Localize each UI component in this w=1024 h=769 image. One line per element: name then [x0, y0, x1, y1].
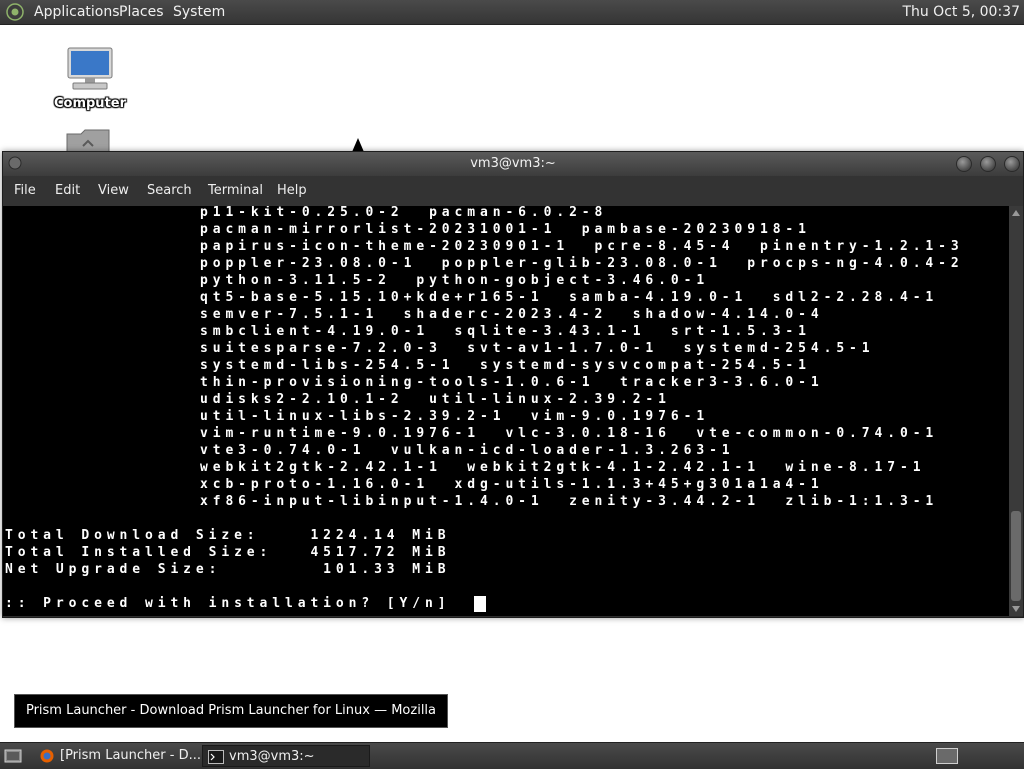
scroll-up-arrow-icon[interactable]	[1012, 210, 1020, 216]
desktop-icon-computer[interactable]: Computer	[52, 46, 128, 111]
net-upgrade-size: Net Upgrade Size: 101.33 MiB	[5, 562, 451, 577]
menu-terminal[interactable]: Terminal	[208, 182, 263, 200]
menu-search[interactable]: Search	[147, 182, 192, 200]
package-line: webkit2gtk-2.42.1-1 webkit2gtk-4.1-2.42.…	[200, 460, 926, 475]
package-line: papirus-icon-theme-20230901-1 pcre-8.45-…	[200, 239, 964, 254]
package-line: vim-runtime-9.0.1976-1 vlc-3.0.18-16 vte…	[200, 426, 939, 441]
package-line: systemd-libs-254.5-1 systemd-sysvcompat-…	[200, 358, 811, 373]
package-line: p11-kit-0.25.0-2 pacman-6.0.2-8	[200, 206, 608, 220]
top-panel: Applications Places System Thu Oct 5, 00…	[0, 0, 1024, 25]
package-line: xcb-proto-1.16.0-1 xdg-utils-1.1.3+45+g3…	[200, 477, 824, 492]
show-desktop-icon[interactable]	[4, 748, 22, 764]
package-line: suitesparse-7.2.0-3 svt-av1-1.7.0-1 syst…	[200, 341, 875, 356]
desktop-icon-label: Computer	[53, 96, 127, 111]
package-line: qt5-base-5.15.10+kde+r165-1 samba-4.19.0…	[200, 290, 939, 305]
clock[interactable]: Thu Oct 5, 00:37	[902, 3, 1020, 21]
terminal-menubar: File Edit View Search Terminal Help	[3, 176, 1023, 206]
firefox-icon	[40, 749, 54, 763]
terminal-output[interactable]: p11-kit-0.25.0-2 pacman-6.0.2-8 pacman-m…	[3, 206, 1009, 616]
window-titlebar[interactable]: vm3@vm3:~	[3, 152, 1023, 176]
taskbar-firefox[interactable]: [Prism Launcher - D...	[34, 745, 200, 767]
package-line: xf86-input-libinput-1.4.0-1 zenity-3.44.…	[200, 494, 939, 509]
total-installed-size: Total Installed Size: 4517.72 MiB	[5, 545, 451, 560]
package-line: pacman-mirrorlist-20231001-1 pambase-202…	[200, 222, 811, 237]
minimize-button[interactable]	[956, 156, 972, 172]
taskbar-firefox-label: [Prism Launcher - D...	[60, 748, 200, 763]
close-button[interactable]	[1004, 156, 1020, 172]
total-download-size: Total Download Size: 1224.14 MiB	[5, 528, 451, 543]
menu-edit[interactable]: Edit	[55, 182, 80, 200]
taskbar-terminal-label: vm3@vm3:~	[229, 749, 315, 764]
taskbar-terminal[interactable]: vm3@vm3:~	[202, 745, 370, 767]
menu-view[interactable]: View	[98, 182, 129, 200]
menu-system[interactable]: System	[173, 3, 225, 21]
menu-places[interactable]: Places	[119, 3, 164, 21]
install-prompt: :: Proceed with installation? [Y/n]	[5, 596, 451, 611]
text-cursor	[474, 596, 486, 612]
workspace-switcher-icon[interactable]	[936, 748, 958, 764]
taskbar-tooltip: Prism Launcher - Download Prism Launcher…	[14, 694, 448, 750]
package-line: udisks2-2.10.1-2 util-linux-2.39.2-1	[200, 392, 671, 407]
menu-applications[interactable]: Applications	[34, 3, 120, 21]
window-title: vm3@vm3:~	[470, 156, 556, 171]
distro-logo-icon[interactable]	[6, 3, 24, 21]
scroll-down-arrow-icon[interactable]	[1012, 606, 1020, 612]
folder-icon	[66, 129, 110, 153]
terminal-scrollbar[interactable]	[1009, 206, 1023, 616]
menu-file[interactable]: File	[14, 182, 36, 200]
package-line: smbclient-4.19.0-1 sqlite-3.43.1-1 srt-1…	[200, 324, 811, 339]
package-line: util-linux-libs-2.39.2-1 vim-9.0.1976-1	[200, 409, 710, 424]
package-line: semver-7.5.1-1 shaderc-2023.4-2 shadow-4…	[200, 307, 824, 322]
menu-help[interactable]: Help	[277, 182, 307, 200]
package-line: python-3.11.5-2 python-gobject-3.46.0-1	[200, 273, 710, 288]
bottom-panel: [Prism Launcher - D... vm3@vm3:~	[0, 742, 1024, 769]
terminal-icon	[208, 750, 224, 764]
maximize-button[interactable]	[980, 156, 996, 172]
mouse-pointer-icon	[352, 138, 364, 152]
terminal-window[interactable]: vm3@vm3:~ File Edit View Search Terminal…	[2, 151, 1024, 618]
package-line: thin-provisioning-tools-1.0.6-1 tracker3…	[200, 375, 824, 390]
package-line: poppler-23.08.0-1 poppler-glib-23.08.0-1…	[200, 256, 964, 271]
computer-icon	[67, 47, 113, 90]
package-line: vte3-0.74.0-1 vulkan-icd-loader-1.3.263-…	[200, 443, 735, 458]
scrollbar-thumb[interactable]	[1011, 511, 1021, 601]
